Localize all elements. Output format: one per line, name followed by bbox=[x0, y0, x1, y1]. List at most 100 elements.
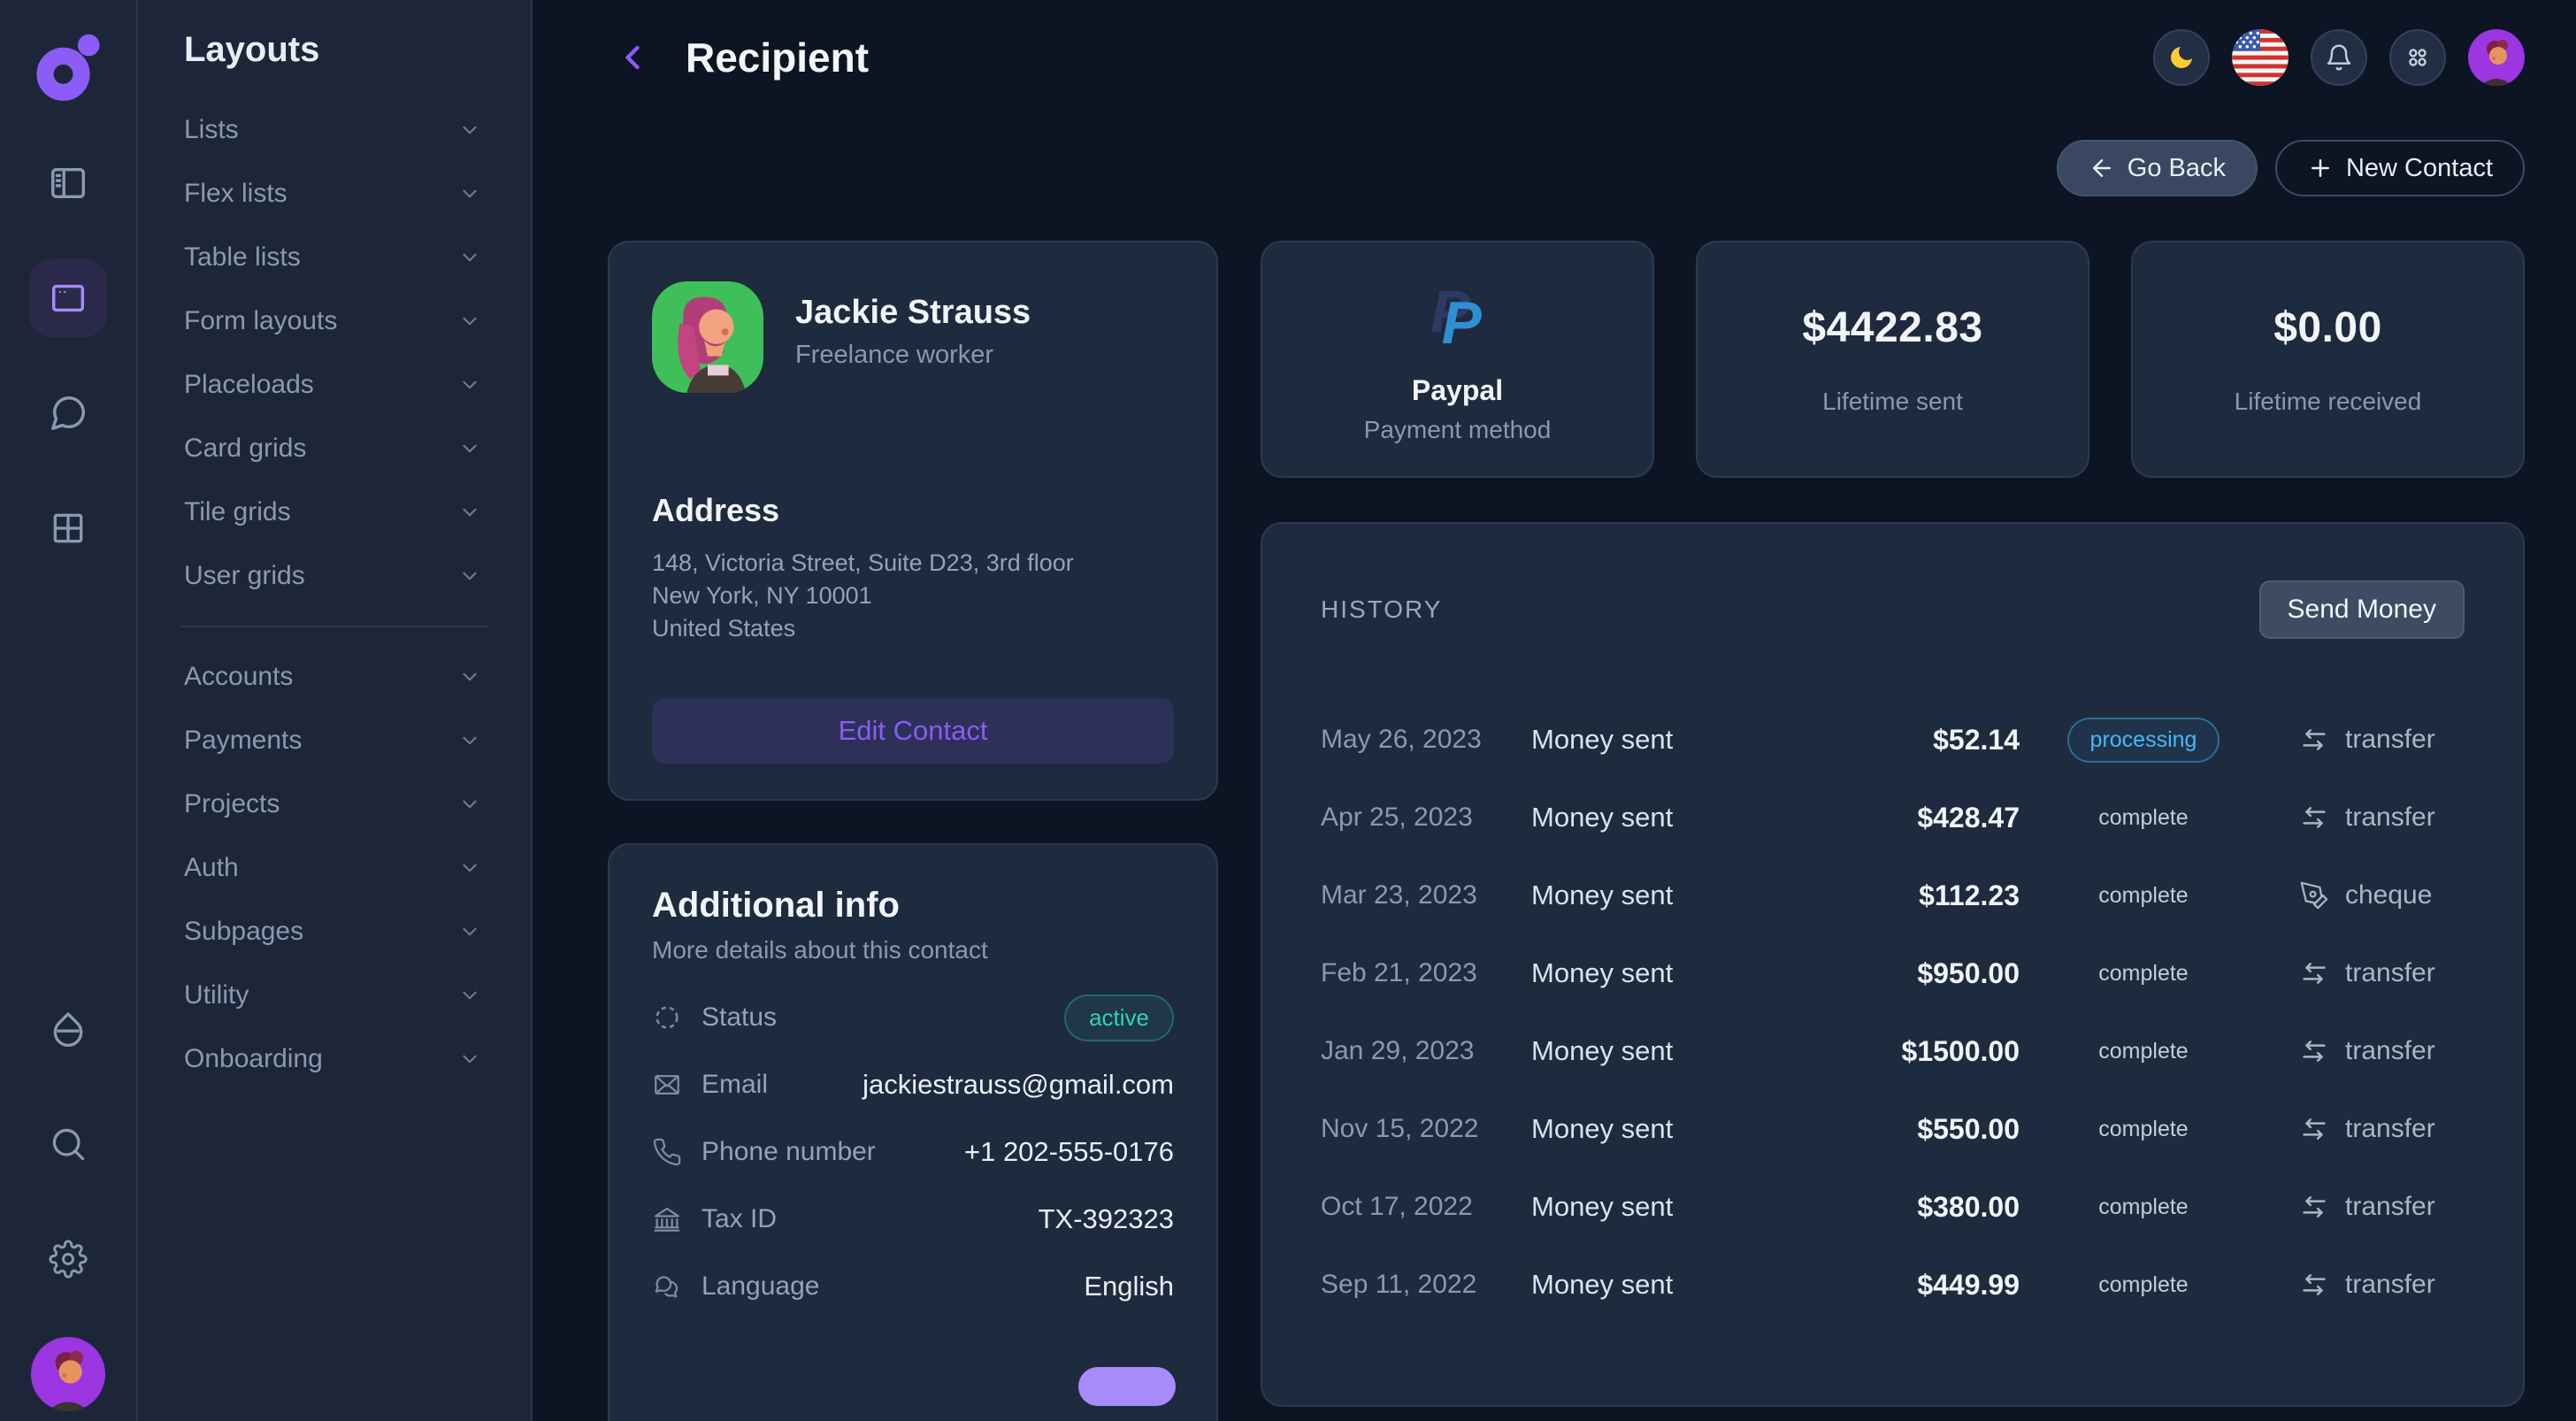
sidebar-item-label: Projects bbox=[184, 789, 280, 819]
history-row[interactable]: Feb 21, 2023 Money sent $950.00 complete… bbox=[1321, 934, 2465, 1012]
status-row: Status active bbox=[652, 984, 1174, 1051]
settings-gear-icon[interactable] bbox=[0, 1202, 137, 1317]
chevron-down-icon bbox=[458, 119, 481, 142]
sidebar-item-user-grids[interactable]: User grids bbox=[138, 544, 531, 608]
messages-icon[interactable] bbox=[0, 356, 137, 471]
address-line: United States bbox=[652, 612, 1174, 645]
history-status: complete bbox=[2020, 883, 2267, 909]
moon-icon bbox=[2167, 43, 2196, 72]
history-amount: $112.23 bbox=[1767, 879, 2020, 912]
history-method-label: transfer bbox=[2345, 1036, 2435, 1066]
history-row[interactable]: Sep 11, 2022 Money sent $449.99 complete… bbox=[1321, 1246, 2465, 1324]
history-type: Money sent bbox=[1531, 957, 1767, 989]
partial-action-button[interactable] bbox=[1078, 1367, 1176, 1406]
history-method[interactable]: transfer bbox=[2267, 1270, 2465, 1300]
history-row[interactable]: Apr 25, 2023 Money sent $428.47 complete… bbox=[1321, 779, 2465, 856]
sidebar-item-label: Lists bbox=[184, 115, 239, 145]
sidebar-item-accounts[interactable]: Accounts bbox=[138, 645, 531, 709]
history-method[interactable]: transfer bbox=[2267, 725, 2465, 755]
history-status: complete bbox=[2020, 961, 2267, 987]
history-type: Money sent bbox=[1531, 724, 1767, 756]
history-method[interactable]: transfer bbox=[2267, 1036, 2465, 1066]
contact-card: Jackie Strauss Freelance worker Address … bbox=[608, 241, 1218, 801]
cheque-pen-icon bbox=[2299, 880, 2329, 910]
history-row[interactable]: May 26, 2023 Money sent $52.14 processin… bbox=[1321, 701, 2465, 779]
theme-droplet-icon[interactable] bbox=[0, 972, 137, 1087]
email-value: jackiestrauss@gmail.com bbox=[862, 1069, 1174, 1101]
lifetime-received-label: Lifetime received bbox=[2235, 388, 2422, 416]
history-type: Money sent bbox=[1531, 879, 1767, 911]
active-indicator bbox=[29, 259, 107, 337]
sidebar-item-payments[interactable]: Payments bbox=[138, 709, 531, 772]
sidebar-item-label: Utility bbox=[184, 980, 249, 1010]
sidebar-item-utility[interactable]: Utility bbox=[138, 964, 531, 1027]
page-title: Recipient bbox=[686, 34, 869, 81]
sidebar-item-subpages[interactable]: Subpages bbox=[138, 900, 531, 964]
apps-button[interactable] bbox=[2389, 29, 2446, 86]
grid-icon[interactable] bbox=[0, 471, 137, 586]
sidebar-item-lists[interactable]: Lists bbox=[138, 98, 531, 162]
content-area: Jackie Strauss Freelance worker Address … bbox=[608, 241, 2525, 1421]
page-header: Recipient bbox=[608, 27, 2525, 88]
status-circle-icon bbox=[652, 1002, 682, 1033]
history-amount: $449.99 bbox=[1767, 1269, 2020, 1302]
go-back-button[interactable]: Go Back bbox=[2057, 140, 2258, 196]
history-date: May 26, 2023 bbox=[1321, 725, 1531, 755]
chevron-down-icon bbox=[458, 793, 481, 816]
search-icon[interactable] bbox=[0, 1087, 137, 1202]
menu-divider bbox=[180, 626, 488, 627]
chevron-down-icon bbox=[458, 182, 481, 205]
window-icon bbox=[48, 278, 88, 319]
history-amount: $550.00 bbox=[1767, 1113, 2020, 1146]
history-type: Money sent bbox=[1531, 1269, 1767, 1301]
rail-user-avatar[interactable] bbox=[0, 1317, 137, 1421]
user-avatar-button[interactable] bbox=[2468, 29, 2525, 86]
history-method[interactable]: transfer bbox=[2267, 958, 2465, 988]
sidebar-item-placeloads[interactable]: Placeloads bbox=[138, 353, 531, 417]
rail-item-layouts[interactable] bbox=[0, 241, 137, 356]
avatar bbox=[31, 1337, 105, 1411]
sidebar-item-card-grids[interactable]: Card grids bbox=[138, 417, 531, 480]
history-row[interactable]: Jan 29, 2023 Money sent $1500.00 complet… bbox=[1321, 1012, 2465, 1090]
history-method[interactable]: transfer bbox=[2267, 803, 2465, 833]
history-type: Money sent bbox=[1531, 1113, 1767, 1145]
plus-icon bbox=[2307, 155, 2334, 181]
history-row[interactable]: Nov 15, 2022 Money sent $550.00 complete… bbox=[1321, 1090, 2465, 1168]
chevron-down-icon bbox=[458, 984, 481, 1007]
transfer-icon bbox=[2299, 803, 2329, 833]
notifications-button[interactable] bbox=[2311, 29, 2367, 86]
history-status: complete bbox=[2020, 805, 2267, 831]
back-chevron-icon[interactable] bbox=[613, 38, 652, 77]
history-method[interactable]: cheque bbox=[2267, 880, 2465, 910]
sidebar-item-label: Flex lists bbox=[184, 179, 288, 209]
history-status: complete bbox=[2020, 1117, 2267, 1142]
history-header: HISTORY Send Money bbox=[1321, 580, 2465, 639]
history-card: HISTORY Send Money May 26, 2023 Money se… bbox=[1261, 522, 2525, 1407]
history-method[interactable]: transfer bbox=[2267, 1114, 2465, 1144]
bell-icon bbox=[2325, 43, 2353, 72]
language-flag-button[interactable] bbox=[2232, 29, 2288, 86]
theme-toggle-button[interactable] bbox=[2153, 29, 2210, 86]
sidebar-item-form-layouts[interactable]: Form layouts bbox=[138, 289, 531, 353]
edit-contact-button[interactable]: Edit Contact bbox=[652, 698, 1174, 764]
history-date: Mar 23, 2023 bbox=[1321, 880, 1531, 910]
avatar bbox=[2468, 29, 2525, 86]
sidebar-item-projects[interactable]: Projects bbox=[138, 772, 531, 836]
history-row[interactable]: Mar 23, 2023 Money sent $112.23 complete… bbox=[1321, 856, 2465, 934]
sidebar-toggle-icon[interactable] bbox=[0, 126, 137, 241]
tax-label: Tax ID bbox=[702, 1204, 777, 1234]
sidebar-item-auth[interactable]: Auth bbox=[138, 836, 531, 900]
history-method[interactable]: transfer bbox=[2267, 1192, 2465, 1222]
new-contact-button[interactable]: New Contact bbox=[2275, 140, 2525, 196]
app-logo[interactable] bbox=[32, 11, 104, 126]
sidebar-item-tile-grids[interactable]: Tile grids bbox=[138, 480, 531, 544]
history-row[interactable]: Oct 17, 2022 Money sent $380.00 complete… bbox=[1321, 1168, 2465, 1246]
history-type: Money sent bbox=[1531, 1035, 1767, 1067]
send-money-button[interactable]: Send Money bbox=[2259, 580, 2465, 639]
contact-identity: Jackie Strauss Freelance worker bbox=[795, 281, 1031, 393]
sidebar-item-flex-lists[interactable]: Flex lists bbox=[138, 162, 531, 226]
address-block: 148, Victoria Street, Suite D23, 3rd flo… bbox=[652, 547, 1174, 645]
sidebar-item-onboarding[interactable]: Onboarding bbox=[138, 1027, 531, 1091]
history-method-label: transfer bbox=[2345, 803, 2435, 833]
sidebar-item-table-lists[interactable]: Table lists bbox=[138, 226, 531, 289]
